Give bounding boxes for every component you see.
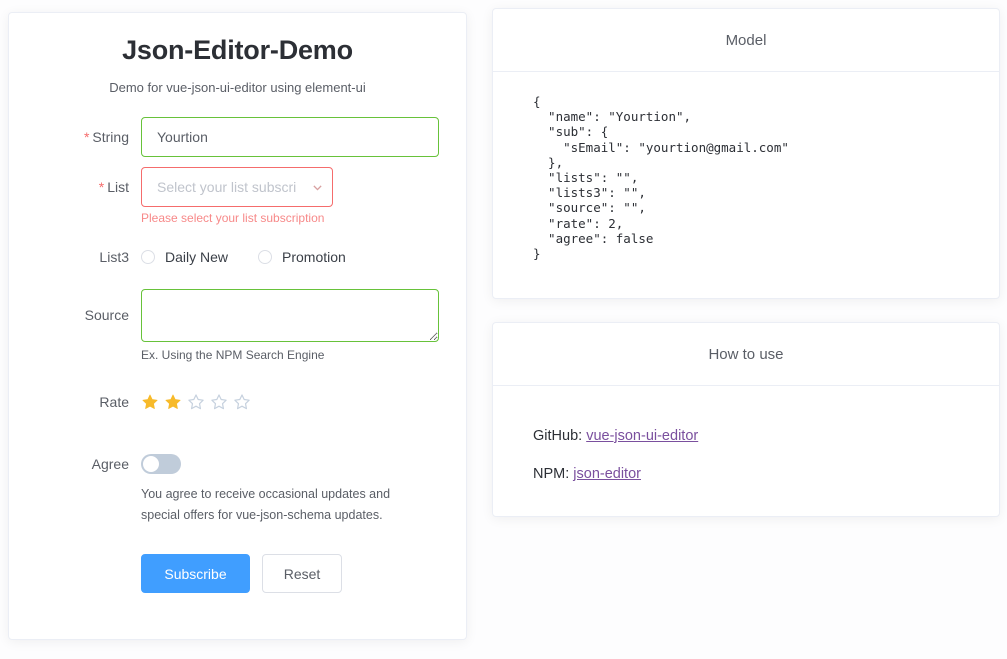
github-label: GitHub: [533, 428, 586, 444]
toggle-knob [143, 456, 159, 472]
radio-circle-icon [141, 250, 155, 264]
string-label: *String [9, 117, 141, 157]
form-row-string: *String [9, 117, 446, 157]
howto-card-title: How to use [493, 323, 999, 386]
star-filled-icon[interactable] [141, 393, 159, 411]
radio-label: Promotion [282, 249, 346, 265]
list-select[interactable]: Select your list subscri [141, 167, 333, 207]
howto-card: How to use GitHub: vue-json-ui-editor NP… [492, 322, 1000, 517]
actions-spacer [9, 544, 141, 593]
star-empty-icon[interactable] [210, 393, 228, 411]
agree-toggle[interactable] [141, 454, 181, 474]
radio-circle-icon [258, 250, 272, 264]
npm-label: NPM: [533, 466, 573, 482]
radio-promotion[interactable]: Promotion [258, 249, 346, 265]
model-json: { "name": "Yourtion", "sub": { "sEmail":… [515, 90, 977, 261]
page-title: Json-Editor-Demo [9, 35, 466, 66]
model-card: Model { "name": "Yourtion", "sub": { "sE… [492, 8, 1000, 299]
source-textarea[interactable] [141, 289, 439, 342]
star-filled-icon[interactable] [164, 393, 182, 411]
reset-button[interactable]: Reset [262, 554, 342, 593]
model-card-title: Model [493, 9, 999, 72]
source-label: Source [9, 289, 141, 362]
npm-line: NPM: json-editor [533, 466, 977, 482]
form-row-list3: List3 Daily New Promotion [9, 237, 446, 277]
howto-card-body: GitHub: vue-json-ui-editor NPM: json-edi… [493, 386, 999, 522]
form-row-agree: Agree You agree to receive occasional up… [9, 444, 446, 526]
agree-description: You agree to receive occasional updates … [141, 474, 431, 526]
star-empty-icon[interactable] [187, 393, 205, 411]
demo-page: Json-Editor-Demo Demo for vue-json-ui-ed… [0, 0, 1007, 659]
string-input[interactable] [141, 117, 439, 157]
agree-label: Agree [9, 444, 141, 526]
form-row-actions: Subscribe Reset [9, 544, 446, 593]
radio-daily-new[interactable]: Daily New [141, 249, 228, 265]
model-card-body: { "name": "Yourtion", "sub": { "sEmail":… [493, 72, 999, 279]
form-card: Json-Editor-Demo Demo for vue-json-ui-ed… [8, 12, 467, 640]
star-empty-icon[interactable] [233, 393, 251, 411]
required-asterisk: * [84, 129, 89, 145]
required-asterisk: * [99, 179, 104, 195]
subscribe-form: *String *List Select your list subscri [9, 117, 466, 593]
form-row-list: *List Select your list subscri Please se… [9, 167, 446, 227]
list3-label: List3 [9, 237, 141, 277]
list-error-message: Please select your list subscription [141, 207, 446, 227]
list-select-wrapper: Select your list subscri [141, 167, 333, 207]
list3-radio-group: Daily New Promotion [141, 237, 446, 277]
form-row-rate: Rate [9, 382, 446, 422]
page-subtitle: Demo for vue-json-ui-editor using elemen… [9, 80, 466, 95]
subscribe-button[interactable]: Subscribe [141, 554, 250, 593]
github-link[interactable]: vue-json-ui-editor [586, 428, 698, 444]
form-actions: Subscribe Reset [141, 544, 446, 593]
github-line: GitHub: vue-json-ui-editor [533, 428, 977, 444]
rate-stars[interactable] [141, 382, 446, 422]
form-row-source: Source Ex. Using the NPM Search Engine [9, 289, 446, 362]
npm-link[interactable]: json-editor [573, 466, 641, 482]
rate-label: Rate [9, 382, 141, 422]
radio-label: Daily New [165, 249, 228, 265]
source-hint: Ex. Using the NPM Search Engine [141, 342, 446, 362]
list-label: *List [9, 167, 141, 227]
